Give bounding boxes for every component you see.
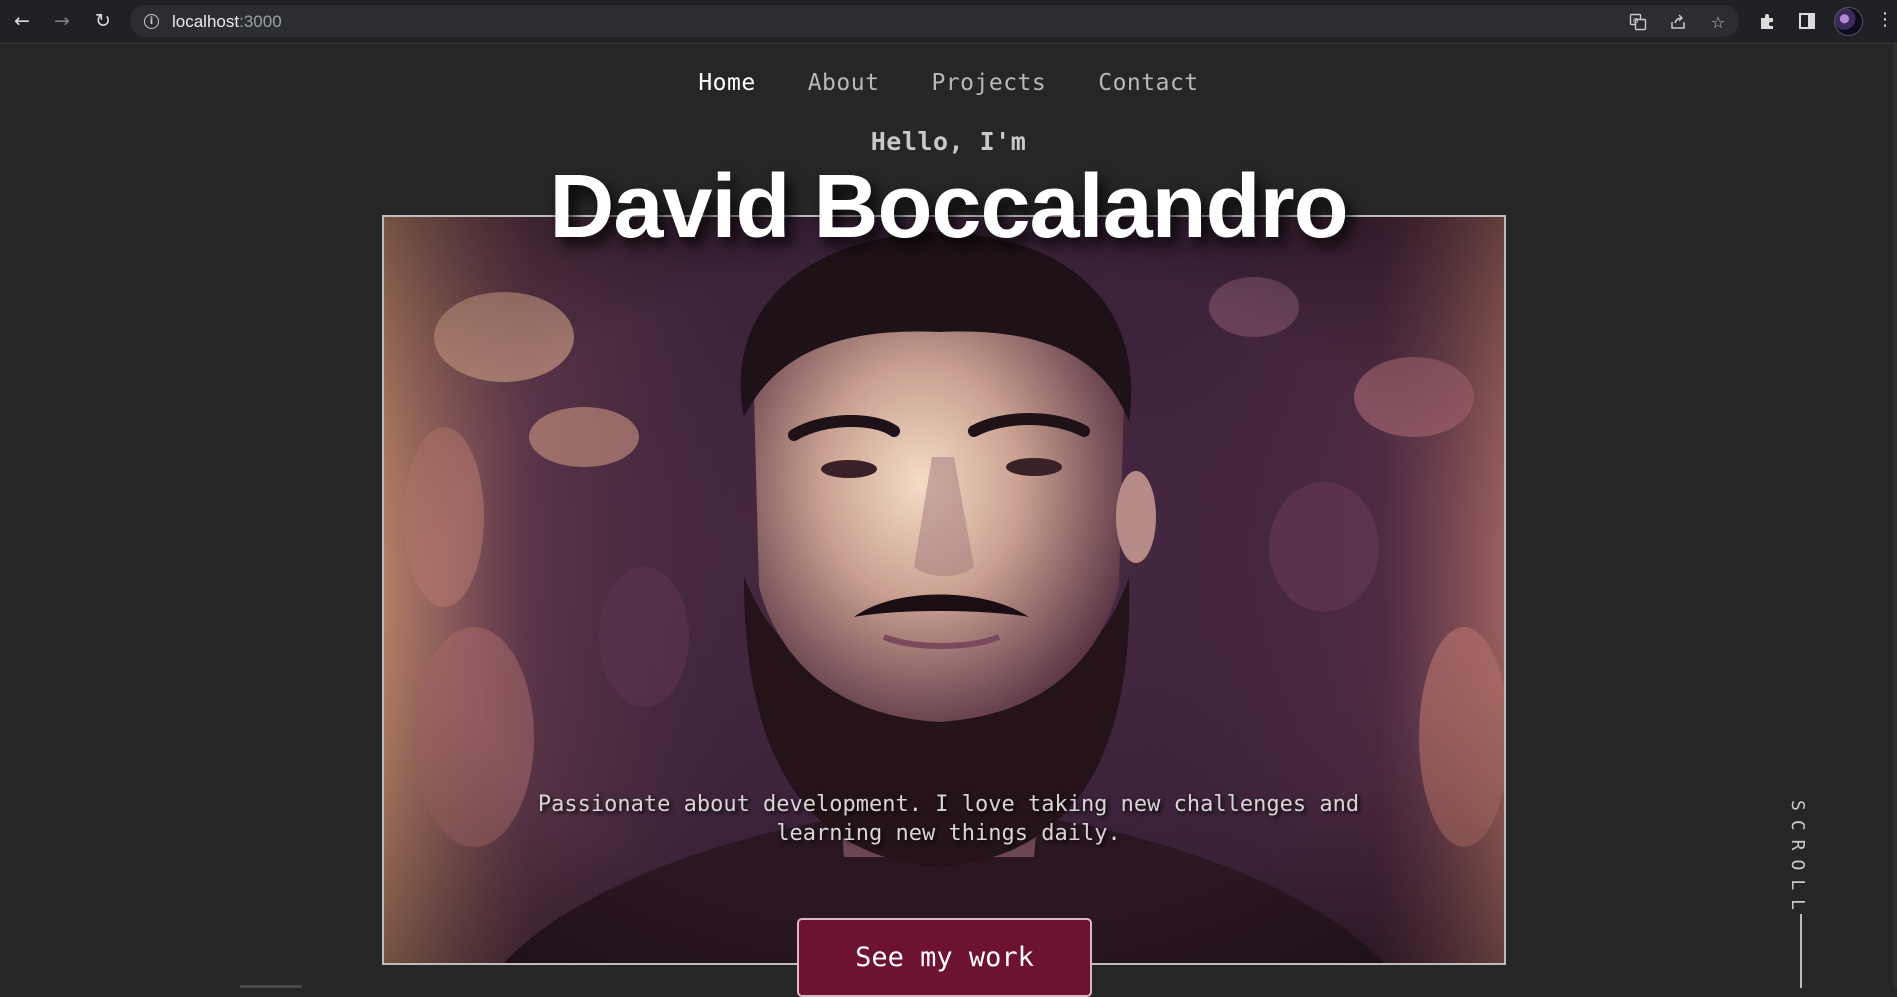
- tagline-line-2: learning new things daily.: [776, 821, 1121, 846]
- hero-name: David Boccalandro: [549, 157, 1348, 257]
- info-icon[interactable]: i: [144, 14, 159, 29]
- vertical-scrollbar[interactable]: [1893, 44, 1897, 988]
- share-icon[interactable]: [1667, 13, 1689, 31]
- translate-icon[interactable]: G: [1627, 13, 1649, 31]
- star-icon[interactable]: ☆: [1707, 13, 1729, 32]
- svg-text:G: G: [1633, 17, 1638, 25]
- url-host: localhost: [172, 12, 240, 31]
- arrow-right-icon: →: [54, 10, 70, 32]
- forward-button[interactable]: →: [48, 8, 76, 34]
- kebab-menu-icon[interactable]: ⋮: [1876, 10, 1894, 30]
- profile-avatar[interactable]: [1834, 7, 1863, 36]
- hero-photo: [382, 215, 1506, 965]
- url-port: :3000: [239, 12, 282, 31]
- reload-icon: ↻: [95, 10, 111, 32]
- arrow-left-icon: ←: [14, 10, 30, 32]
- nav-home[interactable]: Home: [698, 70, 755, 96]
- puzzle-icon[interactable]: [1755, 9, 1779, 33]
- nav-contact[interactable]: Contact: [1098, 70, 1198, 96]
- greeting: Hello, I'm: [870, 127, 1027, 156]
- side-panel-icon[interactable]: [1795, 9, 1819, 33]
- portrait-photo: [384, 217, 1504, 963]
- scroll-indicator-label: SCROLL: [1787, 800, 1808, 920]
- reload-button[interactable]: ↻: [89, 8, 117, 34]
- browser-toolbar: ← → ↻ i localhost:3000 G ☆ ⋮: [0, 0, 1897, 44]
- url-text[interactable]: localhost:3000: [172, 12, 282, 32]
- nav-about[interactable]: About: [808, 70, 880, 96]
- portfolio-page: Home About Projects Contact Hello, I'm D…: [0, 44, 1897, 997]
- hero-tagline: Passionate about development. I love tak…: [500, 790, 1397, 848]
- tagline-line-1: Passionate about development. I love tak…: [537, 792, 1360, 817]
- nav-projects[interactable]: Projects: [931, 70, 1046, 96]
- back-button[interactable]: ←: [8, 8, 36, 34]
- see-my-work-button[interactable]: See my work: [797, 918, 1092, 997]
- main-nav: Home About Projects Contact: [0, 70, 1897, 96]
- address-bar[interactable]: i localhost:3000 G ☆: [130, 5, 1739, 37]
- scroll-indicator-line: [1800, 914, 1802, 988]
